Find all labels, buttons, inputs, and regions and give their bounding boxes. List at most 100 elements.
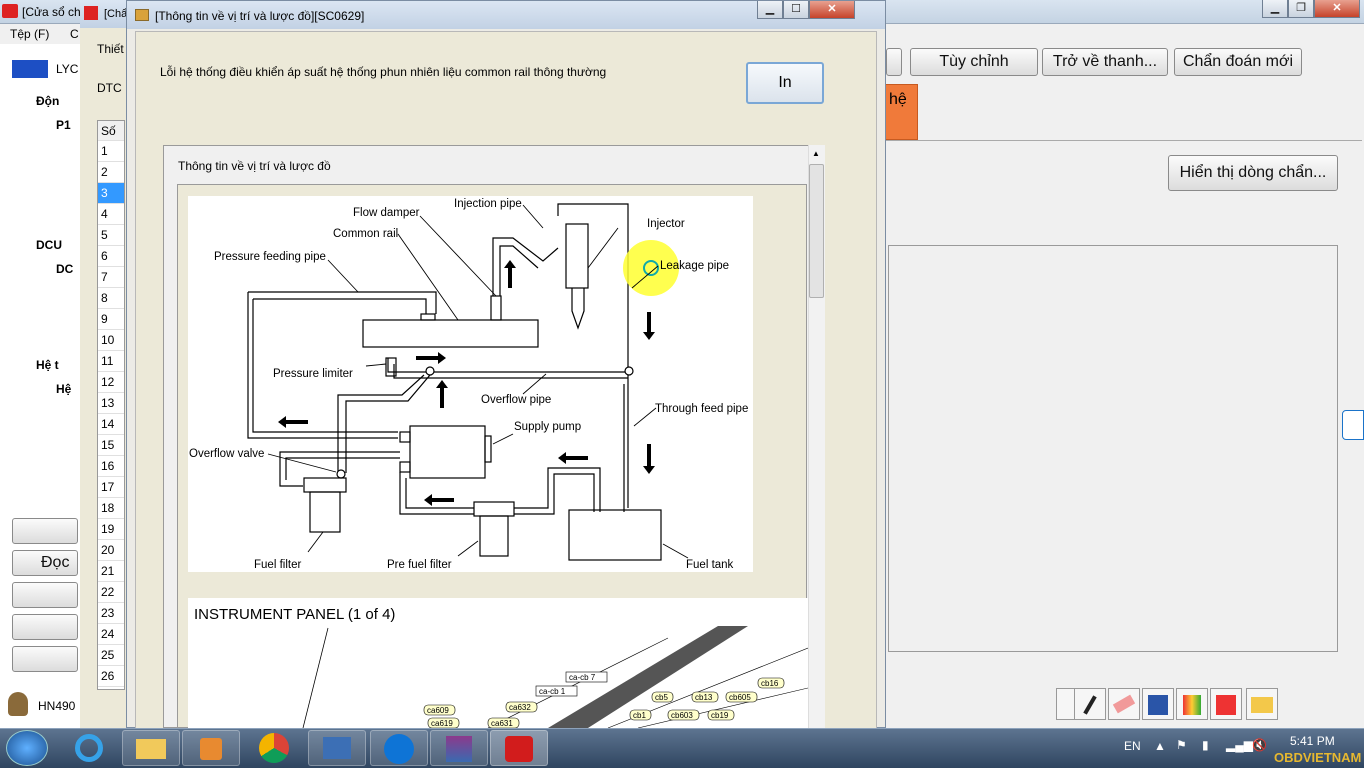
table-row[interactable]: 14 — [98, 414, 124, 435]
close-icon[interactable]: ✕ — [809, 1, 855, 19]
label-injector: Injector — [647, 218, 685, 230]
dtc-window-title-bar: [Chẩ — [80, 0, 130, 28]
connector-tag: ca631 — [491, 719, 513, 728]
user-icon — [8, 692, 28, 716]
table-row[interactable]: 8 — [98, 288, 124, 309]
side-button[interactable] — [12, 614, 78, 640]
table-row[interactable]: 11 — [98, 351, 124, 372]
table-row[interactable]: 19 — [98, 519, 124, 540]
table-row[interactable]: 25 — [98, 645, 124, 666]
palette-icon[interactable] — [1210, 688, 1242, 720]
table-row[interactable]: 22 — [98, 582, 124, 603]
flag-icon[interactable]: ⚑ — [1176, 738, 1187, 752]
dialog-title: [Thông tin về vị trí và lược đồ][SC0629] — [155, 9, 365, 23]
side-button[interactable] — [12, 518, 78, 544]
label-through-feed-pipe: Through feed pipe — [655, 403, 748, 415]
back-button[interactable]: Trở về thanh... — [1042, 48, 1168, 76]
print-button[interactable]: In — [746, 62, 824, 104]
teamviewer-icon[interactable] — [370, 730, 428, 766]
table-row[interactable]: 21 — [98, 561, 124, 582]
tree-item[interactable]: DCU — [36, 238, 62, 252]
diagnostic-app-icon[interactable] — [490, 730, 548, 766]
close-icon[interactable]: ✕ — [1314, 0, 1360, 18]
instrument-panel-diagram: INSTRUMENT PANEL (1 of 4) ca-cb 7ca-cb 1… — [188, 598, 808, 728]
minimize-icon[interactable]: ▁ — [757, 1, 783, 19]
table-row[interactable]: 24 — [98, 624, 124, 645]
media-icon[interactable] — [182, 730, 240, 766]
table-row[interactable]: 13 — [98, 393, 124, 414]
maximize-icon[interactable]: ❐ — [1288, 0, 1314, 18]
table-row[interactable]: 17 — [98, 477, 124, 498]
rows: 1 2 3 4 5 6 7 8 9 10 11 12 13 14 15 16 17 18 19 20 21 22 23 24 2… — [98, 141, 124, 687]
side-button[interactable] — [12, 582, 78, 608]
table-row[interactable]: 26 — [98, 666, 124, 687]
table-row[interactable]: 7 — [98, 267, 124, 288]
table-row[interactable]: 1 — [98, 141, 124, 162]
start-button[interactable] — [6, 730, 48, 766]
footer-text: HN490 — [38, 699, 76, 713]
dtc-label: DTC — [97, 81, 122, 95]
battery-icon[interactable]: ▮ — [1202, 738, 1209, 752]
tab-system[interactable]: hệ — [884, 84, 918, 140]
table-row[interactable]: 2 — [98, 162, 124, 183]
table-row[interactable]: 3 — [98, 183, 124, 204]
label-pressure-limiter: Pressure limiter — [273, 368, 353, 380]
explorer-icon[interactable] — [122, 730, 180, 766]
pen-icon[interactable] — [1074, 688, 1106, 720]
connector-tag: ca-cb 7 — [569, 673, 596, 682]
table-row[interactable]: 20 — [98, 540, 124, 561]
computer-icon[interactable] — [308, 730, 366, 766]
save-icon[interactable] — [1142, 688, 1174, 720]
table-row[interactable]: 18 — [98, 498, 124, 519]
menu-file[interactable]: Tệp (F) — [10, 27, 49, 41]
scroll-thumb[interactable] — [809, 164, 824, 298]
tray-arrow-icon[interactable]: ▲ — [1154, 739, 1166, 753]
winrar-icon[interactable] — [430, 730, 488, 766]
tree-item[interactable]: P1 — [56, 118, 71, 132]
fuel-system-diagram: Injection pipe Flow damper Injector Comm… — [188, 196, 753, 572]
maximize-icon[interactable]: ☐ — [783, 1, 809, 19]
table-row[interactable]: 4 — [98, 204, 124, 225]
tree-item[interactable]: Độn — [36, 94, 59, 108]
connector-tag: cb605 — [729, 693, 751, 702]
volume-icon[interactable]: 🔇 — [1252, 738, 1267, 752]
new-diagnosis-button[interactable]: Chẩn đoán mới — [1174, 48, 1302, 76]
table-row[interactable]: 10 — [98, 330, 124, 351]
tree-item[interactable]: Hệ — [56, 382, 71, 396]
tree-item[interactable]: Hệ t — [36, 358, 59, 372]
table-row[interactable]: 9 — [98, 309, 124, 330]
show-line-button[interactable]: Hiển thị dòng chẩn... — [1168, 155, 1338, 191]
connector-tag: cb16 — [761, 679, 779, 688]
table-row[interactable]: 23 — [98, 603, 124, 624]
eraser-icon[interactable] — [1108, 688, 1140, 720]
folder-icon[interactable] — [1246, 688, 1278, 720]
common-rail-shape — [362, 319, 539, 348]
table-row[interactable]: 16 — [98, 456, 124, 477]
side-button[interactable] — [12, 646, 78, 672]
label-pressure-feeding-pipe: Pressure feeding pipe — [214, 251, 326, 263]
table-row[interactable]: 6 — [98, 246, 124, 267]
table-row[interactable]: 15 — [98, 435, 124, 456]
supply-pump-shape — [409, 425, 486, 479]
content-box — [888, 245, 1338, 652]
language-indicator[interactable]: EN — [1124, 739, 1141, 753]
scroll-up-icon[interactable]: ▲ — [812, 149, 820, 158]
read-button[interactable]: Đọc — [12, 550, 78, 576]
menu-second[interactable]: C — [70, 27, 79, 41]
tree-item[interactable]: DC — [56, 262, 73, 276]
network-icon[interactable]: ▂▄▆ — [1226, 738, 1253, 752]
table-row[interactable]: 12 — [98, 372, 124, 393]
pencils-icon[interactable] — [1176, 688, 1208, 720]
minimize-icon[interactable]: ▁ — [1262, 0, 1288, 18]
connector-tag: cb1 — [633, 711, 646, 720]
partial-button[interactable] — [886, 48, 902, 76]
error-message: Lỗi hệ thống điều khiển áp suất hệ thống… — [160, 65, 607, 79]
ie-icon[interactable] — [66, 732, 112, 764]
chrome-icon[interactable] — [246, 732, 302, 764]
custom-button[interactable]: Tùy chỉnh — [910, 48, 1038, 76]
injector-shape — [565, 223, 589, 289]
table-row[interactable]: 5 — [98, 225, 124, 246]
teamviewer-side-icon[interactable] — [1342, 410, 1364, 440]
clock-time[interactable]: 5:41 PM — [1290, 734, 1335, 748]
main-title: [Cửa sổ ch — [22, 5, 81, 19]
